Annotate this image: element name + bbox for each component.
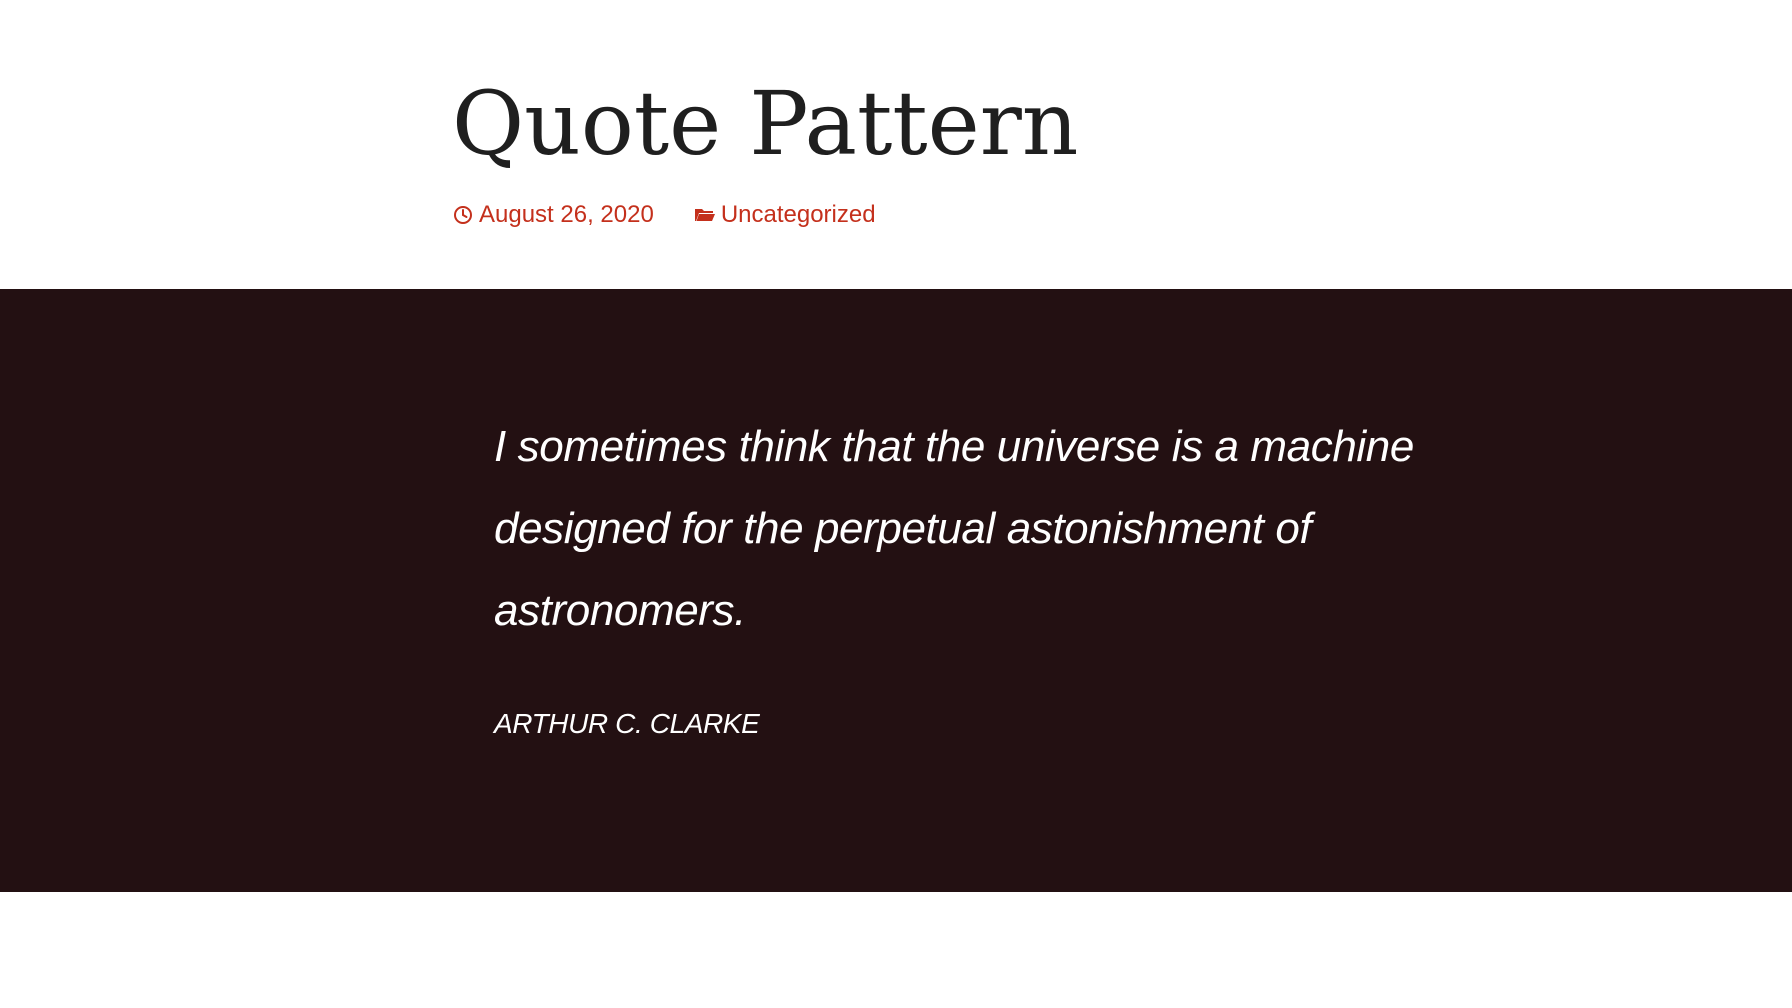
- post-meta: August 26, 2020 Uncategorized: [452, 201, 876, 229]
- post-date-link[interactable]: August 26, 2020: [452, 201, 654, 229]
- clock-icon: [452, 204, 474, 226]
- post-category-link[interactable]: Uncategorized: [694, 201, 876, 229]
- post-category: Uncategorized: [720, 201, 876, 228]
- post-date: August 26, 2020: [479, 201, 654, 228]
- quote-text: I sometimes think that the universe is a…: [494, 422, 1414, 635]
- page-title: Quote Pattern: [452, 72, 1079, 175]
- folder-icon: [694, 204, 716, 226]
- quote-citation: ARTHUR C. CLARKE: [494, 708, 760, 739]
